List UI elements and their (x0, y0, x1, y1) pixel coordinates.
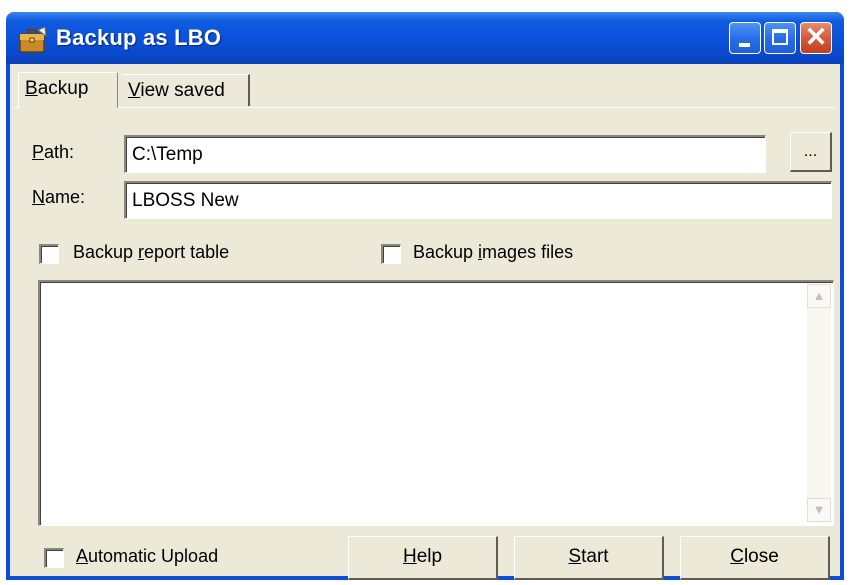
start-button[interactable]: Start (514, 536, 664, 580)
report-table-text-a: Backup (73, 242, 139, 262)
close-button-accel: C (730, 546, 744, 567)
tab-view-saved[interactable]: View saved (122, 74, 250, 106)
scroll-up-icon[interactable]: ▲ (807, 284, 831, 308)
browse-button[interactable]: ... (790, 132, 832, 172)
scroll-down-icon[interactable]: ▼ (807, 498, 831, 522)
backup-log-textarea[interactable]: ▲ ▼ (38, 280, 834, 526)
close-window-button[interactable]: ✕ (800, 22, 832, 54)
tab-panel-border (14, 107, 834, 108)
maximize-button[interactable] (764, 22, 796, 54)
path-label-text: ath: (44, 142, 75, 162)
title-bar[interactable]: Backup as LBO ✕ (6, 12, 844, 64)
name-field[interactable]: LBOSS New (124, 181, 832, 219)
auto-upload-accel: A (76, 546, 89, 566)
start-button-accel: S (568, 546, 582, 567)
report-table-text-b: eport table (144, 242, 230, 262)
start-button-label: tart (581, 546, 609, 567)
help-button[interactable]: Help (348, 536, 498, 580)
backup-report-table-label[interactable]: Backup report table (73, 242, 229, 263)
tab-backup-accel: B (25, 78, 38, 99)
window-title: Backup as LBO (56, 25, 222, 50)
auto-upload-text-b: utomatic Upload (88, 546, 219, 566)
close-button-label: lose (743, 546, 779, 567)
images-files-text-b: mages files (482, 242, 574, 262)
tab-backup-label: ackup (37, 78, 89, 99)
close-icon: ✕ (804, 22, 828, 52)
minimize-button[interactable] (729, 22, 761, 54)
maximize-icon (772, 29, 788, 45)
backup-images-files-checkbox[interactable] (381, 244, 401, 264)
images-files-text-a: Backup (413, 242, 479, 262)
tab-view-saved-accel: V (128, 80, 141, 101)
path-label: Path: (32, 142, 74, 163)
name-label-accel: N (32, 187, 45, 207)
close-button[interactable]: Close (680, 536, 830, 580)
dialog-client-area: Backup View saved Path: C:\Temp ... Name… (10, 64, 840, 580)
tab-view-saved-label: iew saved (140, 80, 225, 101)
tab-backup[interactable]: Backup (18, 72, 118, 108)
backup-window: Backup as LBO ✕ Backup View saved Path: … (6, 12, 844, 580)
name-label-text: ame: (45, 187, 86, 207)
backup-report-table-checkbox[interactable] (39, 244, 59, 264)
automatic-upload-checkbox[interactable] (44, 548, 64, 568)
briefcase-icon (19, 26, 47, 53)
name-label: Name: (32, 187, 85, 208)
minimize-icon (739, 43, 750, 47)
help-button-label: elp (416, 546, 443, 567)
automatic-upload-label[interactable]: Automatic Upload (76, 546, 218, 567)
backup-images-files-label[interactable]: Backup images files (413, 242, 573, 263)
log-vertical-scrollbar[interactable]: ▲ ▼ (807, 284, 831, 522)
path-field[interactable]: C:\Temp (124, 135, 766, 173)
help-button-accel: H (402, 546, 417, 567)
path-label-accel: P (32, 142, 45, 162)
